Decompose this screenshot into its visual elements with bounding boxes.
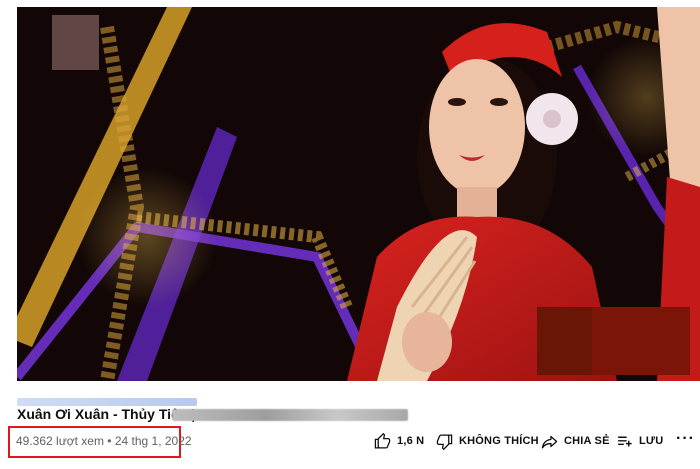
playlist-add-icon: [618, 436, 632, 446]
like-button[interactable]: 1,6 N: [374, 431, 424, 451]
video-frame: [17, 7, 700, 381]
view-count: 49.362 lượt xem: [16, 434, 104, 448]
channel-tag-blurred: [17, 398, 197, 406]
thumbs-down-icon: [436, 433, 453, 450]
video-title: Xuân Ơi Xuân - Thủy Tiên |: [17, 406, 196, 422]
title-blurred-part: [172, 409, 408, 421]
upload-date: 24 thg 1, 2022: [114, 434, 192, 448]
thumbs-up-icon: [374, 432, 391, 449]
share-arrow-icon: [541, 435, 558, 449]
save-label: LƯU: [639, 435, 664, 447]
like-count: 1,6 N: [397, 435, 425, 447]
video-meta: 49.362 lượt xem • 24 thg 1, 2022: [16, 434, 192, 448]
more-actions-button[interactable]: ···: [676, 429, 695, 449]
meta-separator: •: [103, 434, 115, 448]
dislike-label: KHÔNG THÍCH: [459, 435, 539, 447]
share-label: CHIA SẺ: [564, 435, 610, 447]
more-horizontal-icon: ···: [676, 430, 695, 447]
top-strip: [0, 0, 700, 7]
save-button[interactable]: LƯU: [616, 431, 663, 451]
video-player[interactable]: [17, 7, 700, 381]
dislike-button[interactable]: KHÔNG THÍCH: [436, 431, 539, 451]
share-button[interactable]: CHIA SẺ: [541, 431, 610, 451]
